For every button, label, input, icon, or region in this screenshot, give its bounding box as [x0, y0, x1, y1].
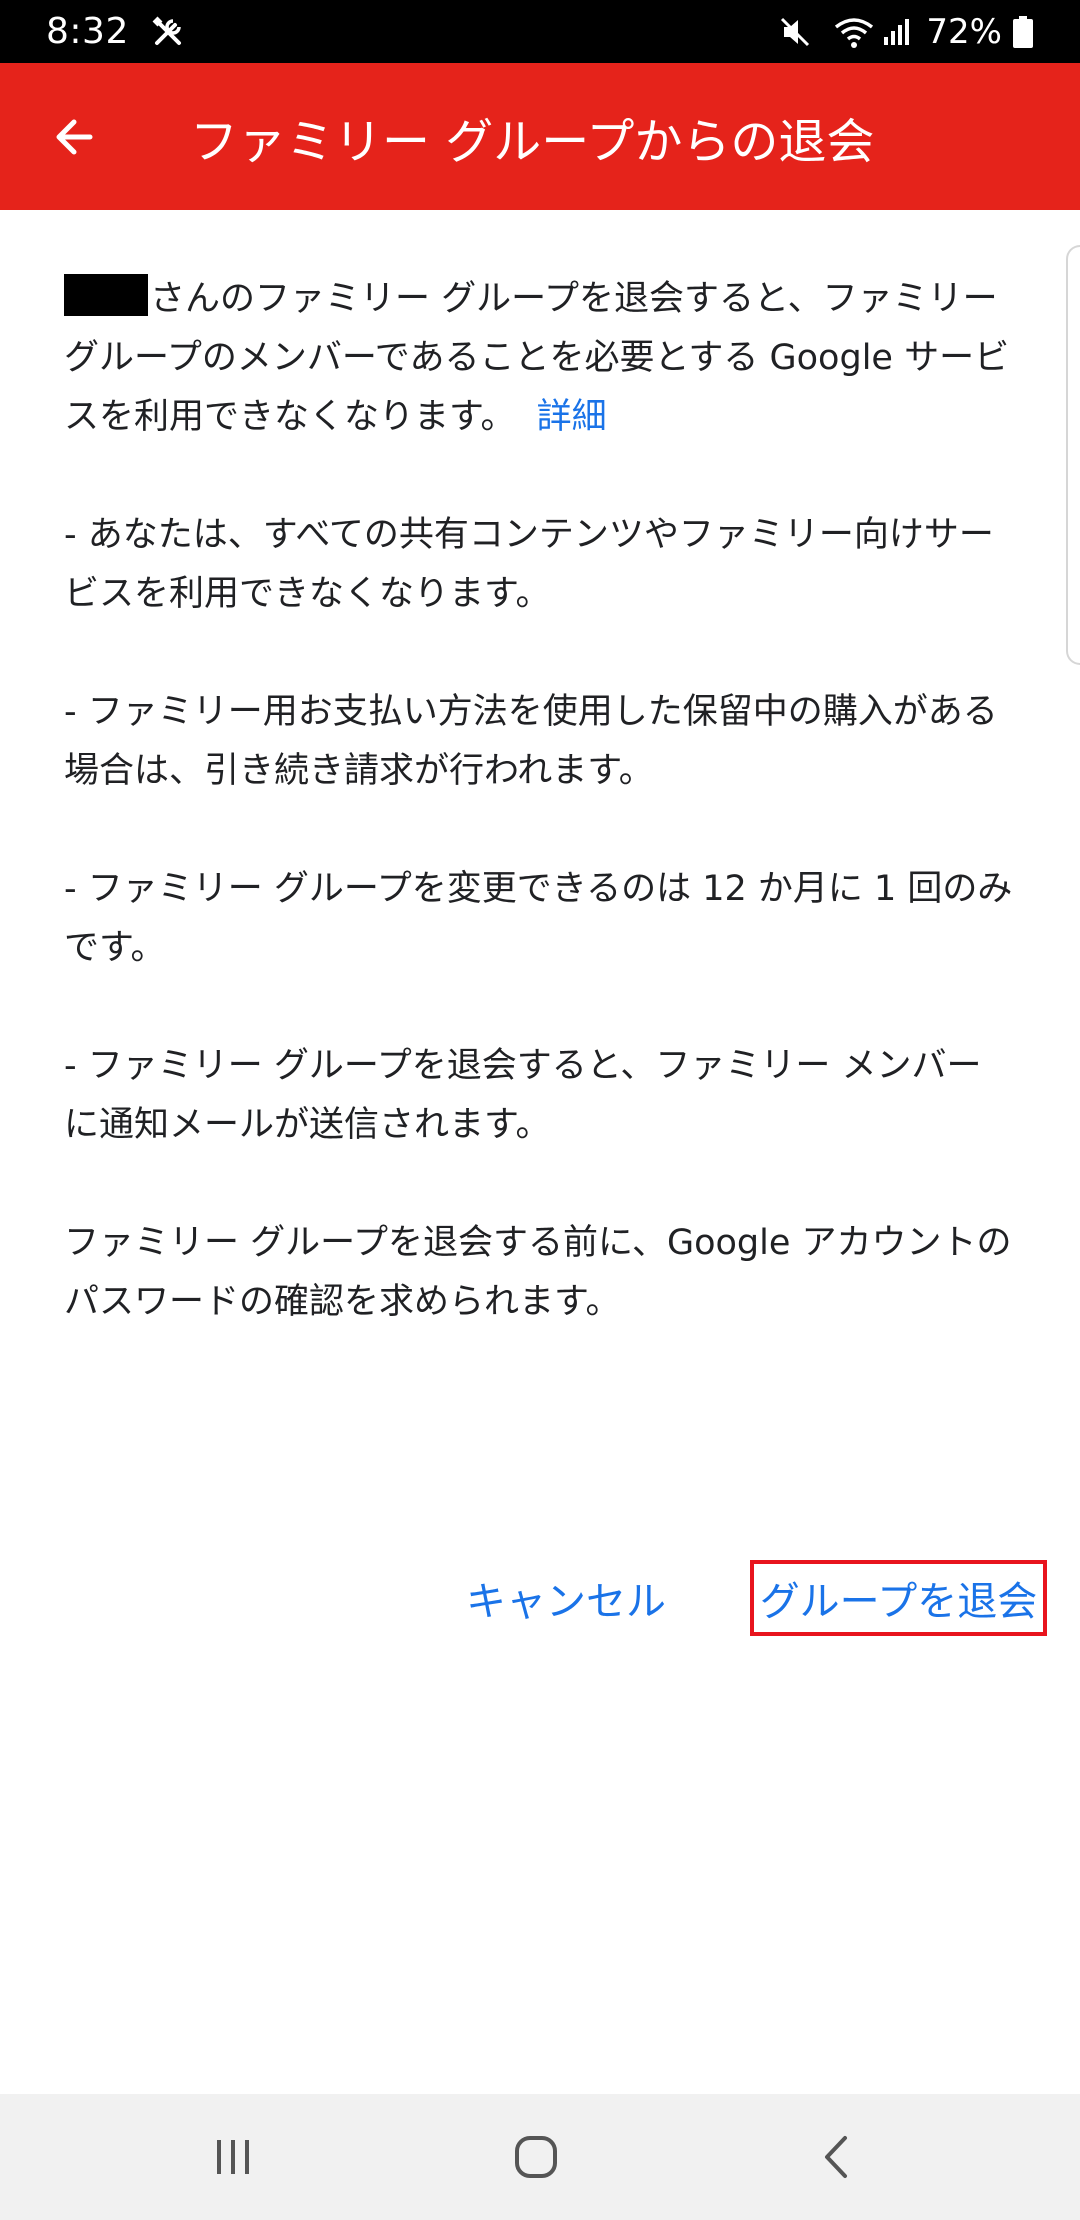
- nav-back-button[interactable]: [808, 2127, 868, 2187]
- back-icon: [825, 2136, 847, 2178]
- bullet-pending-purchases: - ファミリー用お支払い方法を使用した保留中の購入がある場合は、引き続き請求が行…: [64, 692, 998, 791]
- cancel-button[interactable]: キャンセル: [452, 1560, 680, 1636]
- recent-apps-icon: [217, 2140, 249, 2174]
- app-bar: ファミリー グループからの退会: [0, 63, 1080, 210]
- wifi-icon: [834, 15, 874, 49]
- dialog-content: さんのファミリー グループを退会すると、ファミリー グループのメンバーであること…: [64, 270, 1014, 1391]
- redacted-name: [64, 274, 148, 316]
- recent-apps-button[interactable]: [203, 2127, 263, 2187]
- home-button[interactable]: [506, 2127, 566, 2187]
- password-note: ファミリー グループを退会する前に、Google アカウントのパスワードの確認を…: [64, 1223, 1012, 1322]
- status-bar: 8:32 72%: [0, 0, 1080, 63]
- status-time: 8:32: [46, 11, 129, 52]
- detail-link[interactable]: 詳細: [537, 397, 607, 437]
- arrow-left-icon: [56, 119, 93, 155]
- intro-paragraph: さんのファミリー グループを退会すると、ファミリー グループのメンバーであること…: [64, 270, 1014, 447]
- dialog-actions: キャンセル グループを退会: [0, 1560, 1080, 1636]
- signal-icon: [882, 17, 912, 47]
- bullet-change-limit: - ファミリー グループを変更できるのは 12 か月に 1 回のみです。: [64, 869, 1013, 968]
- bullet-shared-content: - あなたは、すべての共有コンテンツやファミリー向けサービスを利用できなくなりま…: [64, 515, 994, 614]
- battery-icon: [1012, 15, 1034, 49]
- page-title: ファミリー グループからの退会: [190, 113, 875, 170]
- battery-percent: 72%: [926, 11, 1002, 52]
- scroll-edge: [1066, 245, 1080, 665]
- back-button[interactable]: [44, 107, 104, 167]
- status-right: 72%: [756, 12, 1034, 52]
- navigation-bar: [0, 2094, 1080, 2220]
- home-icon: [515, 2136, 557, 2178]
- mute-icon: [778, 15, 812, 49]
- screen: 8:32 72% ファミリー グループからの退会 さんのファミリー グループを退…: [0, 0, 1080, 2220]
- leave-group-button[interactable]: グループを退会: [750, 1560, 1047, 1636]
- bullet-notification: - ファミリー グループを退会すると、ファミリー メンバーに通知メールが送信され…: [64, 1046, 982, 1145]
- status-left: 8:32: [46, 11, 185, 52]
- tools-icon: [151, 15, 185, 49]
